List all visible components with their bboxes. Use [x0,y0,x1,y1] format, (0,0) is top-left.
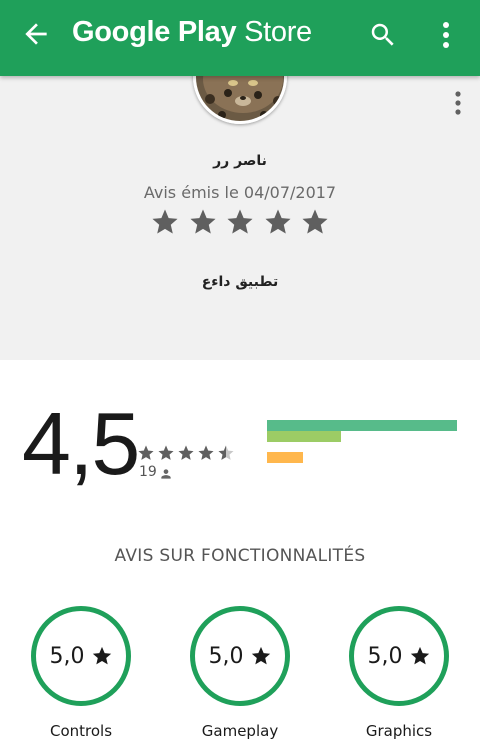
app-title-brand: Google Play [72,16,237,48]
star-icon [251,646,270,665]
star-icon [410,646,429,665]
average-score: 4,5 [22,394,140,493]
reviewer-name: ناصر رر [213,153,267,169]
feature-controls[interactable]: 5,0 Controls [31,606,131,746]
feature-ring: 5,0 [190,606,290,706]
star-icon [138,445,154,460]
feature-ring: 5,0 [31,606,131,706]
rating-bar [267,430,342,442]
feature-value: 5,0 [367,643,403,669]
average-rating-stars [137,444,235,466]
star-icon [227,209,253,234]
star-icon [152,209,178,234]
features-title: AVIS SUR FONCTIONNALITÉS [114,546,366,566]
review-rating [150,207,330,241]
star-icon [158,445,174,460]
arrow-left-icon[interactable] [20,18,52,50]
star-icon [302,209,328,234]
review-text: تطبيق داءع [201,274,279,290]
feature-ring: 5,0 [349,606,449,706]
rating-bar [267,420,457,431]
star-icon [265,209,290,234]
review-date: Avis émis le 04/07/2017 [143,183,337,202]
app-bar: Google Play Store [0,0,480,76]
feature-label: Graphics [365,722,433,740]
feature-value: 5,0 [49,643,85,669]
rating-bar [267,451,304,463]
star-icon [218,445,234,460]
star-icon [198,445,214,460]
search-icon[interactable] [368,20,398,50]
feature-label: Gameplay [201,722,279,740]
star-icon [190,209,215,234]
more-vert-icon[interactable] [438,20,454,50]
feature-gameplay[interactable]: 5,0 Gameplay [190,606,290,746]
star-icon [92,646,111,665]
app-title-suffix: Store [236,16,312,48]
app-title: Google Play Store [72,16,312,49]
feature-label: Controls [49,722,113,740]
feature-value: 5,0 [208,643,244,669]
rating-distribution [267,420,457,470]
rating-count: 19 [139,464,157,480]
feature-graphics[interactable]: 5,0 Graphics [349,606,449,746]
star-icon [178,445,194,460]
person-icon [159,466,173,480]
review-more-vert-icon[interactable] [450,90,466,116]
